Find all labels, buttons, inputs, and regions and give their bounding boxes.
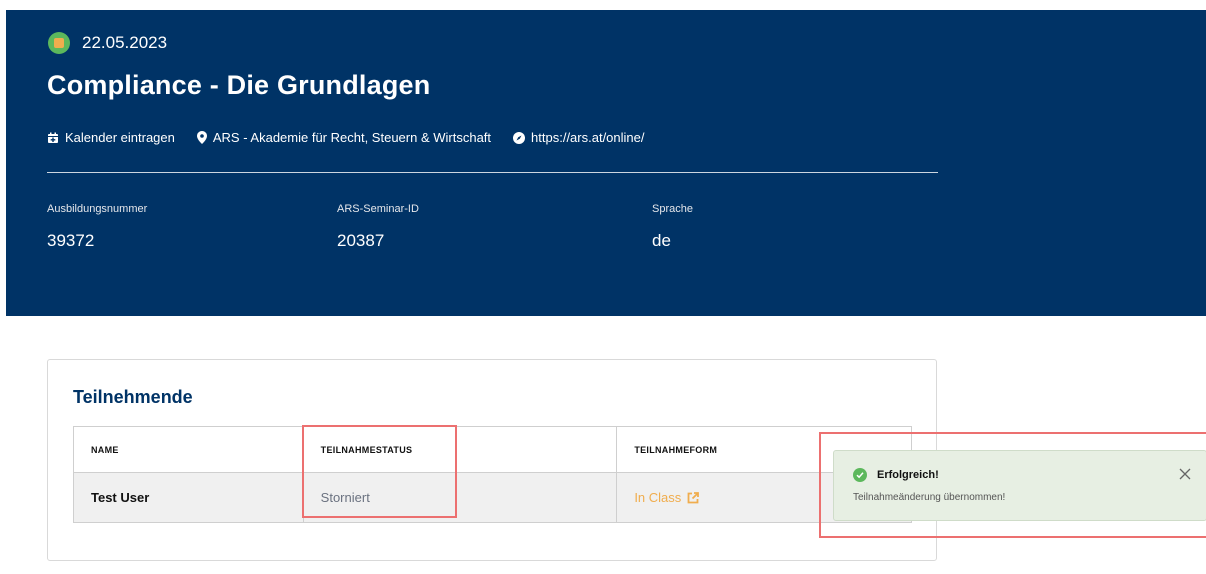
calendar-plus-icon [48, 132, 58, 143]
online-url-link[interactable]: https://ars.at/online/ [513, 130, 644, 145]
column-header-name: NAME [73, 426, 304, 473]
map-pin-icon [196, 131, 207, 144]
course-meta: Kalender eintragen ARS - Akademie für Re… [47, 130, 666, 145]
participant-name: Test User [73, 472, 304, 523]
table-header-row: NAME TEILNAHMESTATUS TEILNAHMEFORM [73, 426, 912, 473]
participants-table: NAME TEILNAHMESTATUS TEILNAHMEFORM Test … [73, 426, 912, 523]
participation-form-link[interactable]: In Class [634, 490, 700, 505]
field-seminar-id: ARS-Seminar-ID 20387 [337, 203, 419, 251]
header-divider [47, 172, 938, 173]
participation-form-label: In Class [634, 490, 682, 505]
field-value: de [652, 231, 671, 250]
date-row: 22.05.2023 [48, 32, 167, 54]
toast-highlight-box [819, 432, 1206, 538]
course-date: 22.05.2023 [82, 33, 168, 52]
course-header: 22.05.2023 Compliance - Die Grundlagen K… [6, 10, 1206, 316]
add-to-calendar-link[interactable]: Kalender eintragen [47, 130, 175, 145]
add-to-calendar-label: Kalender eintragen [65, 130, 175, 145]
table-row: Test User Storniert In Class [73, 472, 912, 523]
field-value: 20387 [337, 231, 385, 250]
compass-icon [513, 131, 526, 144]
field-sprache: Sprache de [652, 203, 693, 251]
external-link-icon [687, 491, 700, 503]
page-title: Compliance - Die Grundlagen [47, 70, 431, 100]
location-label: ARS - Akademie für Recht, Steuern & Wirt… [212, 130, 492, 145]
participants-title: Teilnehmende [73, 387, 193, 407]
field-label: Ausbildungsnummer [47, 203, 148, 215]
field-value: 39372 [47, 231, 95, 250]
field-ausbildungsnummer: Ausbildungsnummer 39372 [47, 203, 147, 251]
location-link[interactable]: ARS - Akademie für Recht, Steuern & Wirt… [196, 130, 492, 145]
status-highlight-box [302, 425, 457, 518]
calendar-icon [48, 32, 70, 54]
field-label: Sprache [652, 203, 693, 215]
participants-card: Teilnehmende NAME TEILNAHMESTATUS TEILNA… [47, 359, 937, 561]
online-url-label: https://ars.at/online/ [531, 130, 645, 145]
field-label: ARS-Seminar-ID [337, 203, 419, 215]
